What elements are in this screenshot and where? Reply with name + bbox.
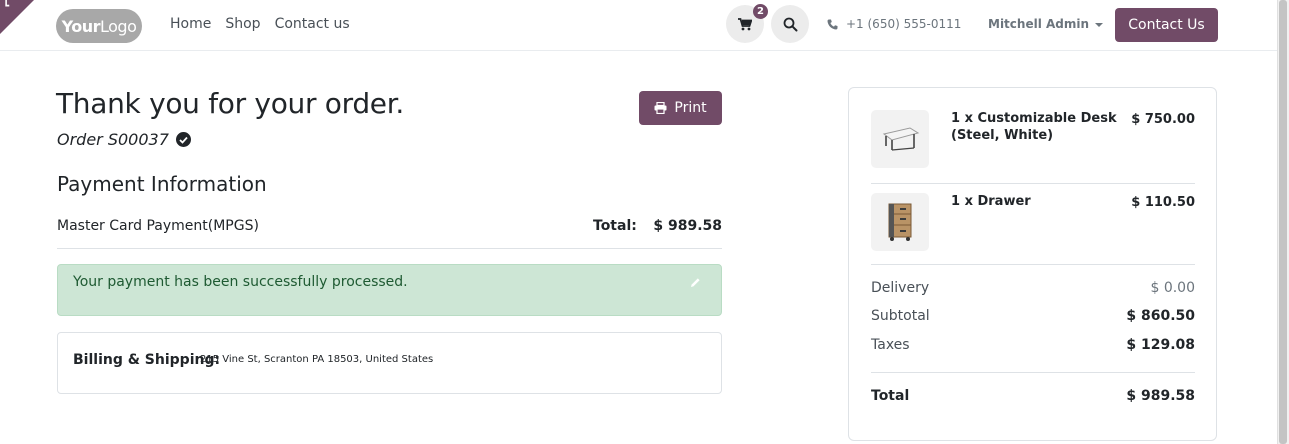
caret-down-icon	[1095, 22, 1104, 27]
print-label: Print	[674, 100, 707, 116]
phone-link[interactable]: +1 (650) 555-0111	[827, 17, 961, 31]
site-header: YourLogo Home Shop Contact us 2 +1 (650)…	[0, 0, 1277, 51]
search-button[interactable]	[771, 5, 809, 43]
subtotal-label: Subtotal	[871, 308, 930, 324]
order-summary-card: 1 x Customizable Desk (Steel, White) $ 7…	[848, 87, 1217, 441]
payment-total-value: $ 989.58	[653, 218, 722, 234]
payment-success-alert: Your payment has been successfully proce…	[57, 264, 722, 316]
contact-us-button[interactable]: Contact Us	[1115, 8, 1218, 42]
cart-icon	[738, 17, 752, 30]
print-button[interactable]: Print	[639, 91, 722, 125]
drawer-icon	[888, 203, 912, 241]
billing-shipping-box: Billing & Shipping: 215 Vine St, Scranto…	[57, 332, 722, 394]
nav-shop[interactable]: Shop	[225, 16, 260, 32]
cart-line-item: 1 x Drawer $ 110.50	[871, 185, 1195, 265]
delivery-value: $ 0.00	[1150, 280, 1195, 296]
cart-count-badge: 2	[753, 4, 768, 19]
user-name: Mitchell Admin	[988, 17, 1090, 31]
order-reference: Order S00037	[57, 130, 191, 149]
page-title: Thank you for your order.	[56, 87, 404, 120]
product-thumbnail[interactable]	[871, 193, 929, 251]
logo-part-your: Your	[61, 16, 101, 36]
product-name[interactable]: 1 x Customizable Desk (Steel, White)	[951, 110, 1119, 144]
pencil-icon[interactable]	[690, 276, 701, 292]
nav-contact-us[interactable]: Contact us	[275, 16, 350, 32]
main-nav: Home Shop Contact us	[170, 16, 350, 32]
scrollbar-thumb[interactable]	[1279, 0, 1287, 444]
print-icon	[654, 102, 667, 114]
payment-row: Master Card Payment(MPGS) Total: $ 989.5…	[57, 217, 722, 249]
taxes-value: $ 129.08	[1126, 337, 1195, 353]
payment-total-label: Total:	[593, 218, 637, 234]
desk-icon	[882, 127, 920, 151]
cart-line-item: 1 x Customizable Desk (Steel, White) $ 7…	[871, 102, 1195, 184]
payment-method: Master Card Payment(MPGS)	[57, 218, 259, 234]
user-menu-dropdown[interactable]: Mitchell Admin	[988, 17, 1104, 31]
payment-heading: Payment Information	[57, 172, 267, 196]
product-thumbnail[interactable]	[871, 110, 929, 168]
nav-home[interactable]: Home	[170, 16, 211, 32]
billing-address: 215 Vine St, Scranton PA 18503, United S…	[200, 354, 434, 365]
subtotal-value: $ 860.50	[1126, 308, 1195, 324]
corner-edit-icon: ┗	[3, 1, 10, 12]
billing-label: Billing & Shipping:	[73, 352, 221, 368]
product-price: $ 110.50	[1131, 195, 1195, 210]
product-name[interactable]: 1 x Drawer	[951, 193, 1119, 210]
total-value: $ 989.58	[1126, 388, 1195, 404]
delivery-label: Delivery	[871, 280, 930, 296]
logo-part-logo: Logo	[100, 16, 137, 36]
check-circle-icon	[175, 132, 191, 147]
alert-message: Your payment has been successfully proce…	[73, 274, 408, 290]
taxes-label: Taxes	[871, 337, 910, 353]
search-icon	[783, 17, 797, 31]
total-label: Total	[871, 388, 910, 404]
site-logo[interactable]: YourLogo	[56, 9, 142, 43]
phone-number: +1 (650) 555-0111	[846, 17, 962, 31]
product-price: $ 750.00	[1131, 112, 1195, 127]
phone-icon	[827, 19, 838, 29]
total-divider	[871, 372, 1195, 373]
order-number: Order S00037	[57, 130, 169, 149]
